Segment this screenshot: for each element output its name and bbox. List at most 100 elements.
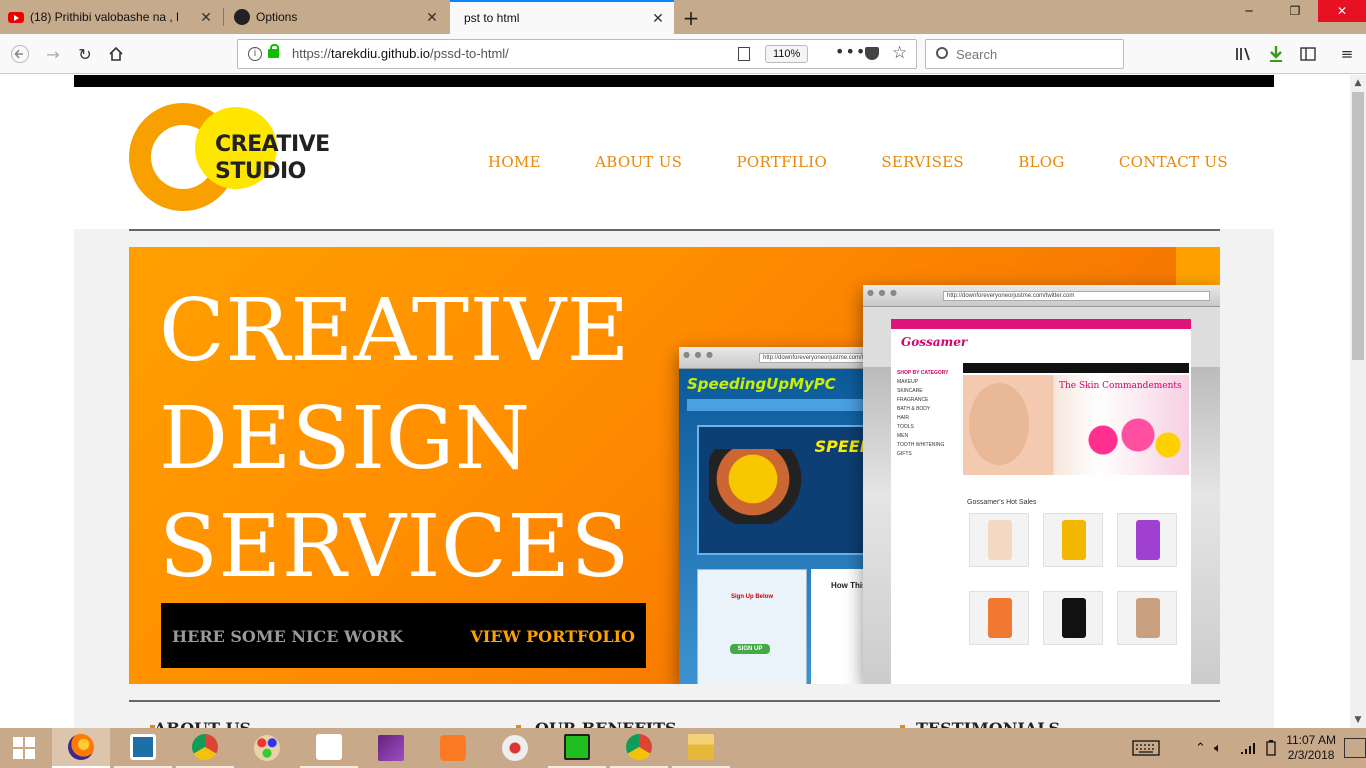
scroll-up-arrow-icon[interactable]: ▲: [1350, 75, 1366, 91]
url-text: https://tarekdiu.github.io/pssd-to-html/: [292, 46, 509, 61]
section-about-us: ABOUT US: [154, 719, 251, 728]
info-icon[interactable]: i: [248, 47, 262, 61]
race-car-illustration: [709, 449, 819, 524]
hero-tagline: HERE SOME NICE WORK: [172, 627, 404, 646]
library-icon[interactable]: [1234, 44, 1254, 64]
site-logo[interactable]: CREATIVE STUDIO: [129, 103, 339, 213]
visual-studio-icon: [378, 735, 404, 761]
view-portfolio-link[interactable]: VIEW PORTFOLIO: [471, 627, 636, 646]
vertical-scrollbar[interactable]: ▲ ▼: [1350, 75, 1366, 728]
new-tab-icon[interactable]: +: [680, 6, 702, 30]
close-tab-icon[interactable]: ✕: [424, 9, 440, 26]
sidebar-item: SKINCARE: [897, 388, 923, 394]
gossamer-nav: [963, 363, 1189, 373]
reload-icon[interactable]: ↻: [73, 42, 97, 66]
taskbar-chrome-1[interactable]: [176, 728, 234, 768]
sidebar-icon[interactable]: [1298, 44, 1318, 64]
back-arrow-icon[interactable]: [8, 42, 32, 66]
keyboard-icon[interactable]: [1132, 728, 1160, 768]
hero-corner-accent: [1176, 247, 1220, 285]
nav-services[interactable]: SERVISES: [881, 153, 964, 171]
paint-icon: [254, 735, 280, 761]
system-clock[interactable]: 11:07 AM 2/3/2018: [1286, 733, 1336, 763]
network-icon[interactable]: [1240, 728, 1256, 768]
nav-blog[interactable]: BLOG: [1018, 153, 1064, 171]
browser-mockup-gossamer: ● ● ● http://downforeveryoneorjustme.com…: [863, 285, 1220, 684]
product-thumb: [1043, 591, 1103, 645]
brackets-icon: [130, 734, 156, 760]
gossamer-page: Gossamer The Skin Commandements SHOP BY …: [891, 319, 1191, 684]
taskbar-cursor-tool[interactable]: [300, 728, 358, 768]
url-scheme: https://: [292, 46, 332, 61]
url-bar[interactable]: i https://tarekdiu.github.io/pssd-to-htm…: [237, 39, 917, 69]
lock-icon[interactable]: [268, 44, 279, 58]
reader-view-icon[interactable]: [738, 47, 750, 61]
mockup-signup-panel: Sign Up Below SIGN UP: [697, 569, 807, 684]
taskbar-xampp[interactable]: [424, 728, 482, 768]
taskbar-chrome-2[interactable]: [610, 728, 668, 768]
chrome-icon: [192, 734, 218, 760]
close-tab-icon[interactable]: ✕: [650, 10, 666, 27]
search-input[interactable]: Search: [925, 39, 1124, 69]
page-actions-icon[interactable]: •••: [835, 42, 866, 61]
volume-icon[interactable]: 🔈︎: [1214, 728, 1222, 768]
minimize-icon[interactable]: ─: [1226, 0, 1272, 22]
hero-title-line-2: DESIGN: [159, 389, 531, 489]
close-tab-icon[interactable]: ✕: [198, 9, 214, 26]
taskbar-file-explorer[interactable]: [672, 728, 730, 768]
start-button[interactable]: [0, 728, 48, 768]
scroll-down-arrow-icon[interactable]: ▼: [1350, 712, 1366, 728]
tab-youtube[interactable]: (18) Prithibi valobashe na , l ✕: [0, 0, 222, 34]
nav-about-us[interactable]: ABOUT US: [595, 153, 682, 171]
clock-time: 11:07 AM: [1286, 733, 1336, 747]
mockup-titlebar: ● ● ● http://downforeveryoneorjustme.com…: [679, 347, 879, 369]
gossamer-hot-sales: Gossamer's Hot Sales: [967, 499, 1037, 506]
sidebar-item: FRAGRANCE: [897, 397, 929, 403]
tab-pst-to-html[interactable]: pst to html ✕: [450, 0, 674, 34]
logo-text: CREATIVE STUDIO: [215, 131, 330, 185]
tab-title: Options: [256, 10, 298, 24]
model-face-image: [969, 383, 1029, 465]
close-window-icon[interactable]: ✕: [1318, 0, 1366, 22]
battery-icon[interactable]: [1264, 728, 1278, 768]
forward-arrow-icon[interactable]: →: [41, 42, 65, 66]
download-icon[interactable]: [1266, 44, 1286, 64]
tab-options[interactable]: Options ✕: [226, 0, 448, 34]
flowers-image: [1083, 415, 1183, 465]
gossamer-logo: Gossamer: [901, 335, 968, 349]
pocket-icon[interactable]: [865, 47, 879, 60]
product-thumb: [1117, 591, 1177, 645]
tab-title: pst to html: [464, 11, 520, 25]
taskbar-firefox[interactable]: [52, 728, 110, 768]
tab-strip: (18) Prithibi valobashe na , l ✕ Options…: [0, 0, 1366, 34]
home-icon[interactable]: [104, 42, 128, 66]
bookmark-star-icon[interactable]: ☆: [892, 43, 907, 63]
sidebar-item: TOOLS: [897, 424, 914, 430]
sidebar-item: MEN: [897, 433, 909, 439]
taskbar-snipping[interactable]: [486, 728, 544, 768]
product-grid: [969, 513, 1179, 645]
taskbar-cpu-monitor[interactable]: [548, 728, 606, 768]
mockup-window-dots: ● ● ●: [867, 288, 899, 297]
nav-home[interactable]: HOME: [488, 153, 541, 171]
restore-icon[interactable]: ❐: [1272, 0, 1318, 22]
taskbar-visual-studio[interactable]: [362, 728, 420, 768]
mockup-panel-title: Sign Up Below: [731, 594, 773, 600]
nav-portfolio[interactable]: PORTFILIO: [736, 153, 827, 171]
snipping-icon: [502, 735, 528, 761]
mockup-how-heading: How This: [831, 581, 867, 590]
section-our-benefits: OUR BENEFITS: [535, 719, 677, 728]
chrome-icon: [626, 734, 652, 760]
taskbar-brackets[interactable]: [114, 728, 172, 768]
hamburger-menu-icon[interactable]: ≡: [1337, 44, 1357, 64]
mockup-window-dots: ● ● ●: [683, 350, 715, 359]
scroll-thumb[interactable]: [1352, 92, 1364, 360]
zoom-level[interactable]: 110%: [765, 45, 809, 63]
tray-expand-icon[interactable]: ⌃: [1195, 728, 1206, 768]
xampp-icon: [440, 735, 466, 761]
notifications-icon[interactable]: [1344, 738, 1366, 758]
mockup-titlebar: ● ● ● http://downforeveryoneorjustme.com…: [863, 285, 1220, 307]
taskbar-paint[interactable]: [238, 728, 296, 768]
nav-contact-us[interactable]: CONTACT US: [1119, 153, 1228, 171]
logo-line-1: CREATIVE: [215, 132, 330, 157]
